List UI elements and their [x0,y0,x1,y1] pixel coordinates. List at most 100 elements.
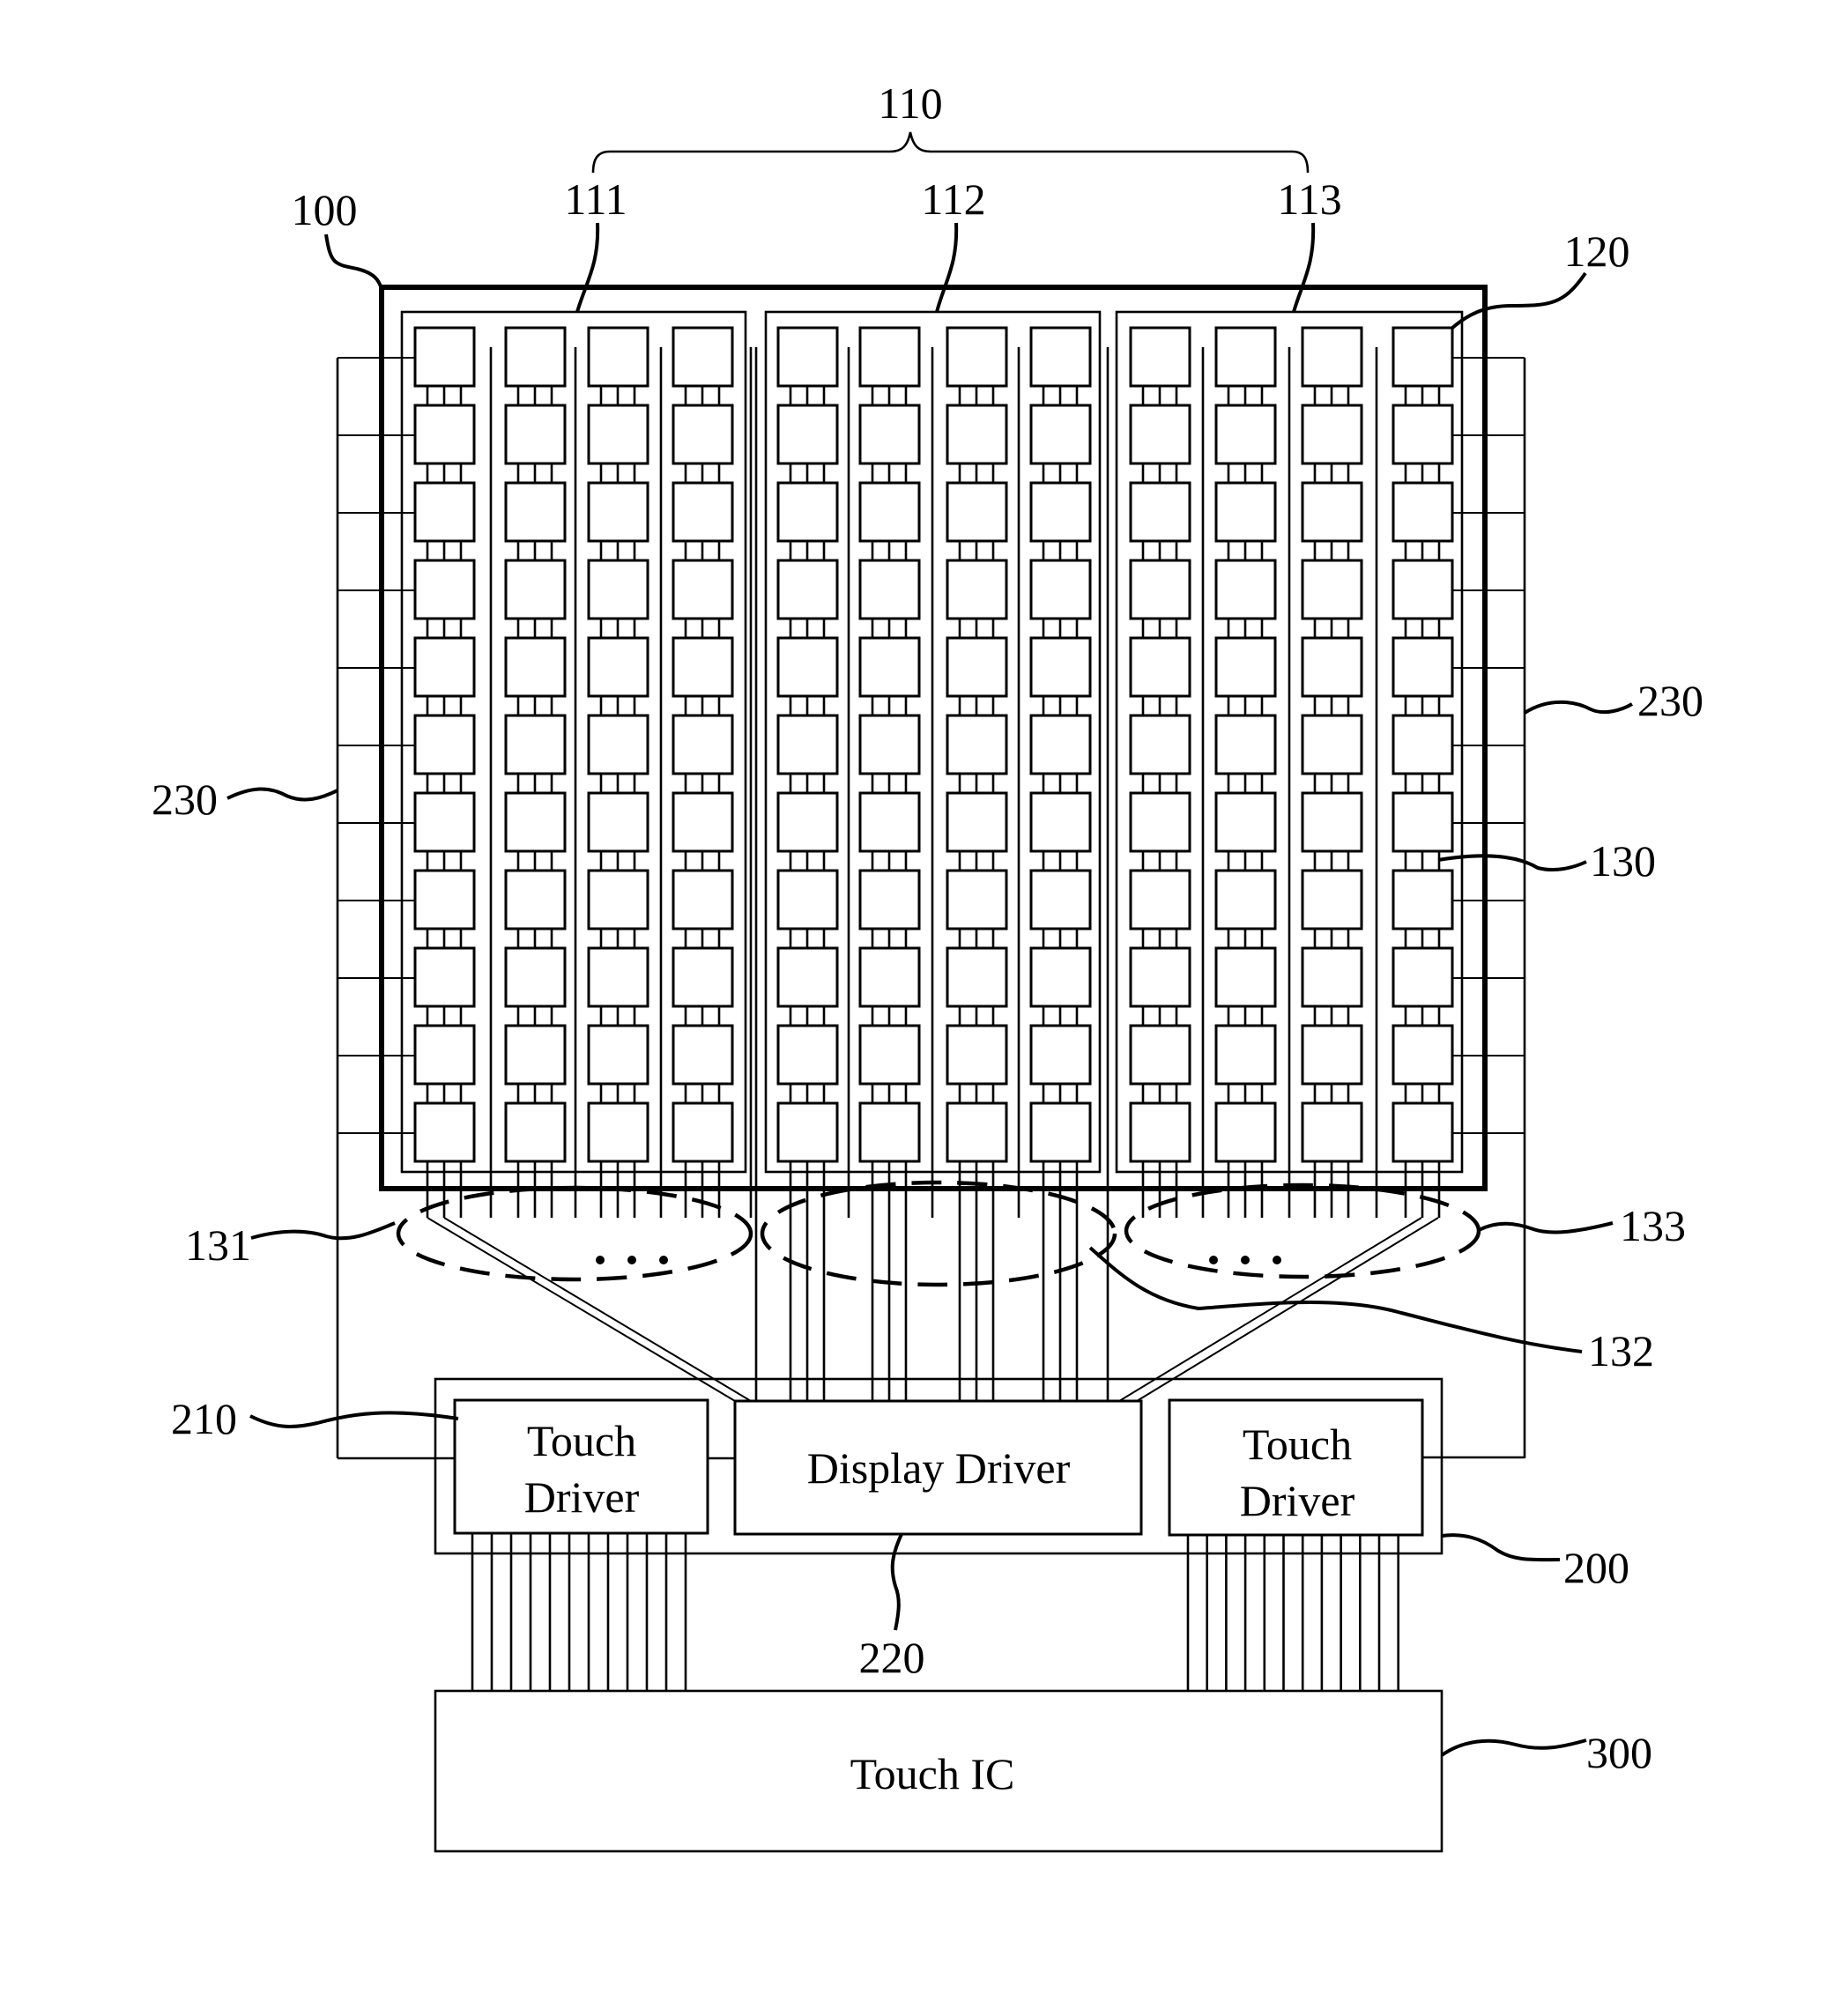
electrode-pad [858,714,921,775]
electrode-pad [587,326,649,388]
ref-120: 120 [1564,226,1630,276]
electrode-pad [1129,404,1191,465]
electrode-pad [1392,946,1454,1008]
electrode-pad [413,404,476,465]
electrode-pad [776,481,839,543]
electrode-pad [1029,946,1092,1008]
touch-driver-left-label-1: Touch [527,1416,636,1465]
electrode-pad [504,1024,567,1086]
electrode-pad [1301,1024,1363,1086]
electrode-pad [858,559,921,620]
electrode-pad [776,559,839,620]
electrode-pad [1392,714,1454,775]
electrode-pad [672,791,734,853]
electrode-pad [587,404,649,465]
ref-132: 132 [1588,1326,1654,1375]
electrode-pad [946,946,1008,1008]
electrode-pad [1301,636,1363,698]
electrode-pad [672,636,734,698]
leader-130 [1437,854,1587,871]
ref-230-right: 230 [1637,676,1703,725]
electrode-pad [587,714,649,775]
touch-display-diagram: Touch Driver Display Driver Touch Driver… [152,78,1703,1853]
electrode-pad [1392,481,1454,543]
electrode-pad [946,1024,1008,1086]
display-driver-label: Display Driver [807,1443,1071,1493]
electrode-pad [504,791,567,853]
electrode-pad [1129,1024,1191,1086]
leader-230-left [226,787,338,802]
electrode-pad [858,326,921,388]
electrode-pad [1029,714,1092,775]
electrode-pad [1301,326,1363,388]
electrode-pad [946,1101,1008,1163]
line-bundle-ellipse-133 [1124,1182,1481,1279]
electrode-pad [1214,559,1277,620]
electrode-pad [504,404,567,465]
touch-ic-label: Touch IC [850,1749,1015,1798]
electrode-pad [413,326,476,388]
electrode-pad [672,869,734,930]
electrode-pad [504,326,567,388]
electrode-pad [1214,326,1277,388]
ref-210: 210 [171,1394,237,1443]
electrode-pad [504,714,567,775]
electrode-pad [858,1101,921,1163]
electrode-pad [858,404,921,465]
electrode-pad [413,1101,476,1163]
electrode-pad [504,559,567,620]
electrode-pad [413,1024,476,1086]
electrode-pad [672,326,734,388]
electrode-pad [1029,869,1092,930]
electrode-pad [413,714,476,775]
electrode-pad [1392,326,1454,388]
leader-132 [1088,1246,1583,1353]
electrode-pad [1392,1024,1454,1086]
electrode-pad [672,404,734,465]
electrode-pad [1029,404,1092,465]
ref-230-left: 230 [152,775,218,824]
electrode-pad [946,714,1008,775]
electrode-pad [1129,946,1191,1008]
electrode-pad [1301,559,1363,620]
electrode-pad [413,559,476,620]
leader-111 [575,222,600,313]
electrode-pad [946,404,1008,465]
electrode-pad [1214,791,1277,853]
ref-113: 113 [1277,174,1341,224]
electrode-pad [1392,636,1454,698]
electrode-pad [1214,869,1277,930]
electrode-pad [776,636,839,698]
electrode-pad [504,636,567,698]
electrode-pad [946,869,1008,930]
ref-133: 133 [1620,1201,1686,1250]
leader-300 [1440,1738,1587,1757]
electrode-pad [413,869,476,930]
ellipsis-133 [1209,1256,1281,1264]
diagonal-line-left-1 [427,1217,736,1402]
electrode-pad [1392,791,1454,853]
electrode-pad [1129,869,1191,930]
touch-driver-left-label-2: Driver [524,1472,640,1522]
electrode-pad [672,481,734,543]
electrode-pad [672,559,734,620]
touch-driver-right-label-1: Touch [1243,1420,1352,1469]
electrode-pad [587,791,649,853]
electrode-pad [504,1101,567,1163]
electrode-pad [587,946,649,1008]
electrode-pad [504,946,567,1008]
electrode-pad [1392,869,1454,930]
touch-driver-right-label-2: Driver [1240,1476,1355,1525]
leader-210 [249,1411,459,1428]
leader-133 [1478,1221,1614,1234]
electrode-pad [1029,481,1092,543]
leader-200 [1441,1533,1561,1562]
electrode-pad [1301,869,1363,930]
ref-220: 220 [859,1633,925,1682]
electrode-pad [1029,791,1092,853]
leader-220 [890,1533,903,1631]
leader-230-right [1523,700,1634,715]
electrode-pad [1301,791,1363,853]
electrode-pad [1392,404,1454,465]
electrode-pad [587,481,649,543]
